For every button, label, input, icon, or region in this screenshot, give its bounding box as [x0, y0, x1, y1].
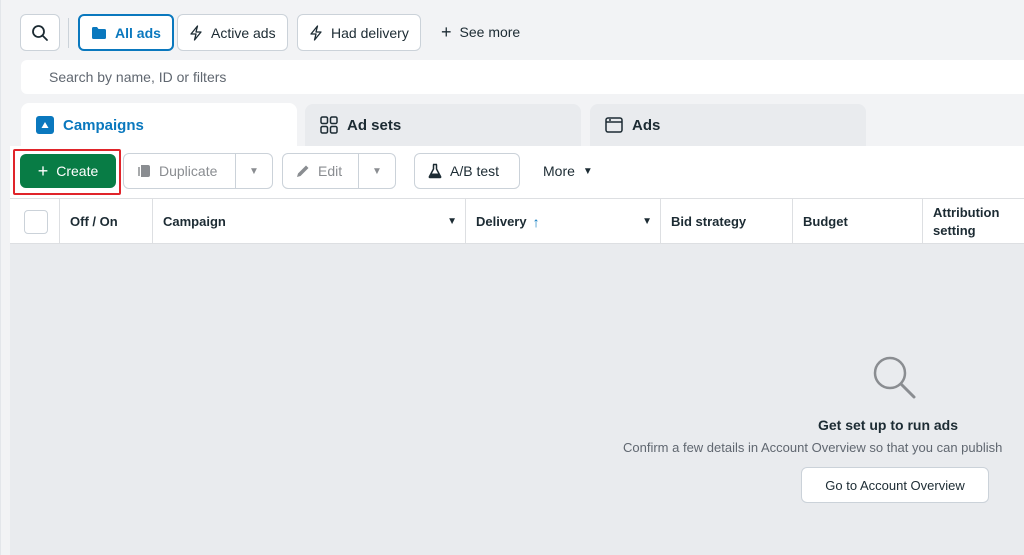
edit-dropdown[interactable]: ▼: [358, 153, 396, 189]
ab-test-label: A/B test: [450, 163, 500, 179]
campaigns-panel: + Create Duplicate ▼ Edit ▼ A/B test Mor…: [10, 146, 1024, 555]
sort-ascending-icon: ↑: [532, 213, 540, 230]
go-to-account-overview-button[interactable]: Go to Account Overview: [801, 467, 989, 503]
more-button[interactable]: More ▼: [543, 163, 593, 179]
column-campaign[interactable]: Campaign ▼: [153, 199, 466, 244]
tab-campaigns-label: Campaigns: [63, 116, 144, 134]
toolbar: + Create Duplicate ▼ Edit ▼ A/B test Mor…: [10, 146, 1024, 198]
search-input[interactable]: Search by name, ID or filters: [21, 60, 1024, 94]
flask-icon: [428, 163, 442, 179]
column-off-on-label: Off / On: [70, 214, 118, 229]
table-header: Off / On Campaign ▼ Delivery ↑ ▼ Bid str…: [10, 198, 1024, 244]
caret-down-icon: ▼: [249, 165, 259, 177]
column-menu-icon[interactable]: ▼: [642, 216, 652, 227]
pencil-icon: [297, 165, 309, 177]
filter-all-ads-label: All ads: [115, 24, 161, 41]
column-delivery[interactable]: Delivery ↑ ▼: [466, 199, 661, 244]
select-all-checkbox[interactable]: [24, 210, 48, 234]
edit-button[interactable]: Edit: [282, 153, 359, 189]
duplicate-label: Duplicate: [159, 163, 218, 179]
create-label: Create: [56, 163, 99, 179]
plus-icon: +: [441, 22, 452, 42]
ab-test-button[interactable]: A/B test: [414, 153, 520, 189]
go-to-account-overview-label: Go to Account Overview: [825, 477, 965, 493]
tab-ads[interactable]: Ads: [590, 104, 866, 146]
duplicate-icon: [138, 165, 150, 177]
folder-icon: [92, 26, 106, 39]
caret-down-icon: ▼: [582, 165, 593, 177]
column-budget-label: Budget: [803, 214, 848, 229]
column-bid-strategy-label: Bid strategy: [671, 214, 747, 229]
empty-state-title: Get set up to run ads: [818, 417, 959, 433]
plus-icon: +: [37, 161, 49, 181]
adsets-grid-icon: [320, 116, 338, 134]
ads-window-icon: [605, 117, 623, 133]
filter-active-ads[interactable]: Active ads: [177, 14, 288, 51]
column-bid-strategy[interactable]: Bid strategy: [661, 199, 793, 244]
duplicate-dropdown[interactable]: ▼: [235, 153, 273, 189]
filter-all-ads[interactable]: All ads: [78, 14, 174, 51]
column-off-on[interactable]: Off / On: [60, 199, 153, 244]
tab-ad-sets-label: Ad sets: [347, 116, 402, 134]
edit-label: Edit: [318, 163, 343, 179]
search-button[interactable]: [20, 14, 60, 51]
column-attribution-setting[interactable]: Attribution setting: [923, 199, 1024, 244]
tab-ad-sets[interactable]: Ad sets: [305, 104, 581, 146]
column-menu-icon[interactable]: ▼: [447, 216, 457, 227]
filter-active-ads-label: Active ads: [211, 24, 276, 41]
duplicate-button[interactable]: Duplicate: [123, 153, 236, 189]
create-button[interactable]: + Create: [20, 154, 116, 188]
select-all-cell: [10, 199, 60, 244]
search-placeholder: Search by name, ID or filters: [49, 69, 227, 85]
filter-had-delivery-label: Had delivery: [331, 24, 409, 41]
filter-had-delivery[interactable]: Had delivery: [297, 14, 421, 51]
lightning-icon: [190, 24, 202, 41]
column-attribution-label-line1: Attribution: [933, 204, 1000, 220]
caret-down-icon: ▼: [372, 165, 382, 177]
lightning-icon: [310, 24, 322, 41]
column-attribution-label-line2: setting: [933, 222, 976, 238]
column-campaign-label: Campaign: [163, 214, 226, 229]
ads-manager: All ads Active ads Had delivery + See mo…: [0, 0, 1024, 555]
see-more-label: See more: [459, 24, 521, 40]
tab-campaigns[interactable]: Campaigns: [21, 103, 297, 147]
empty-state: Get set up to run ads Confirm a few deta…: [10, 244, 1024, 555]
empty-state-subtitle: Confirm a few details in Account Overvie…: [623, 440, 1003, 455]
see-more-button[interactable]: + See more: [441, 22, 521, 42]
filter-divider: [68, 18, 69, 48]
column-budget[interactable]: Budget: [793, 199, 923, 244]
column-delivery-label: Delivery: [476, 214, 527, 229]
more-label: More: [543, 163, 575, 179]
search-icon: [32, 24, 48, 41]
tab-ads-label: Ads: [632, 116, 661, 134]
filter-bar: All ads Active ads Had delivery + See mo…: [1, 0, 1024, 58]
search-icon: [873, 356, 916, 399]
campaigns-icon: [36, 116, 54, 134]
